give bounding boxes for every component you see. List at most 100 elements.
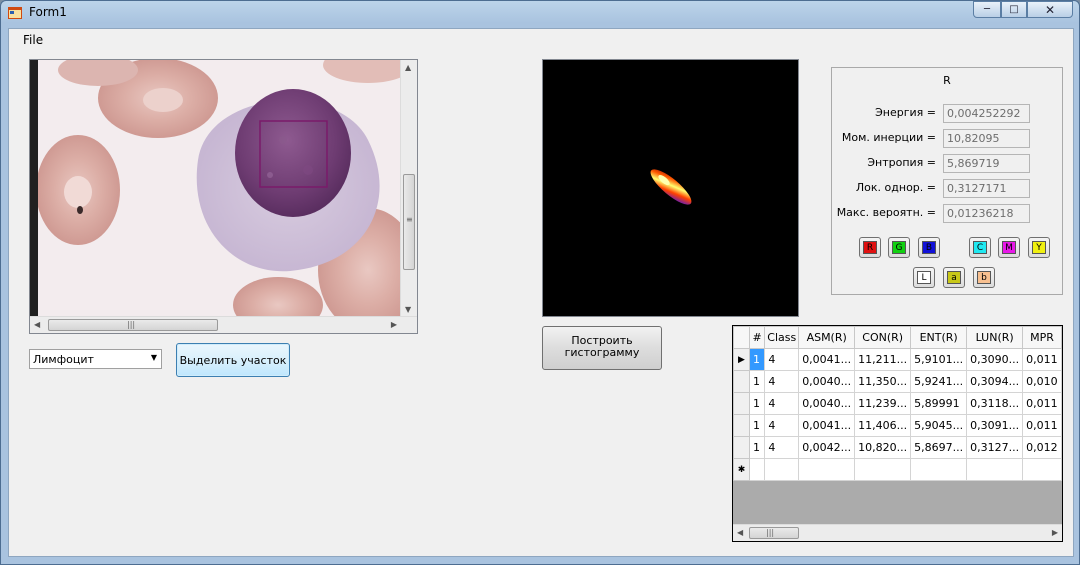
channel-a-button[interactable]: a — [943, 267, 965, 288]
channel-r-button[interactable]: R — [859, 237, 881, 258]
cell-class-combobox[interactable]: Лимфоцит ▼ — [29, 349, 162, 369]
channel-m-button[interactable]: M — [998, 237, 1020, 258]
table-cell[interactable]: 0,3094... — [966, 370, 1024, 393]
scroll-left-icon[interactable]: ◀ — [34, 320, 40, 329]
table-cell[interactable]: 5,9101... — [910, 348, 968, 371]
column-header[interactable]: # — [748, 326, 766, 349]
table-cell[interactable]: 10,820... — [854, 436, 912, 459]
table-cell[interactable]: 11,239... — [854, 392, 912, 415]
row-header[interactable] — [733, 436, 750, 459]
table-cell[interactable] — [1022, 458, 1062, 481]
new-row[interactable]: ✱ — [733, 458, 1062, 481]
channel-r-swatch: R — [863, 241, 877, 254]
scroll-up-icon[interactable]: ▲ — [405, 63, 411, 72]
table-cell[interactable] — [748, 458, 766, 481]
menu-file[interactable]: File — [23, 33, 43, 47]
table-cell[interactable]: 1 — [748, 348, 766, 371]
horizontal-scroll-thumb[interactable]: ||| — [48, 319, 218, 331]
minimize-button[interactable]: ─ — [973, 1, 1001, 18]
samples-data-grid[interactable]: # Class ASM(R) CON(R) ENT(R) LUN(R) MPR … — [732, 325, 1063, 542]
channel-g-button[interactable]: G — [888, 237, 910, 258]
table-cell[interactable]: 5,9241... — [910, 370, 968, 393]
row-header-corner[interactable] — [733, 326, 750, 349]
table-cell[interactable]: 4 — [764, 370, 800, 393]
channel-y-button[interactable]: Y — [1028, 237, 1050, 258]
channel-b-swatch: B — [922, 241, 936, 254]
table-cell[interactable]: 5,8697... — [910, 436, 968, 459]
table-cell[interactable]: 0,0040... — [798, 370, 856, 393]
image-horizontal-scrollbar[interactable]: ◀ ||| ▶ — [30, 316, 417, 333]
scroll-right-icon[interactable]: ▶ — [1052, 528, 1058, 537]
table-cell[interactable]: 1 — [748, 414, 766, 437]
table-cell[interactable]: 0,3090... — [966, 348, 1024, 371]
scroll-down-icon[interactable]: ▼ — [405, 305, 411, 314]
table-cell[interactable]: 0,0042... — [798, 436, 856, 459]
table-cell[interactable]: 4 — [764, 392, 800, 415]
table-cell[interactable]: 0,3091... — [966, 414, 1024, 437]
column-header[interactable]: LUN(R) — [966, 326, 1024, 349]
row-header[interactable] — [733, 392, 750, 415]
chevron-down-icon[interactable]: ▼ — [151, 353, 157, 362]
table-cell[interactable]: 0,012 — [1022, 436, 1062, 459]
channel-l-button[interactable]: L — [913, 267, 935, 288]
table-cell[interactable] — [966, 458, 1024, 481]
title-bar[interactable]: Form1 ─ □ ✕ — [1, 1, 1079, 25]
table-cell[interactable]: 0,0041... — [798, 414, 856, 437]
entropy-field: 5,869719 — [943, 154, 1030, 173]
table-cell[interactable] — [798, 458, 856, 481]
table-cell[interactable]: 0,010 — [1022, 370, 1062, 393]
new-row-header[interactable]: ✱ — [733, 458, 750, 481]
maximize-button[interactable]: □ — [1001, 1, 1027, 18]
table-cell[interactable]: 1 — [748, 436, 766, 459]
column-header[interactable]: MPR — [1022, 326, 1062, 349]
table-cell[interactable]: 0,0040... — [798, 392, 856, 415]
table-cell[interactable]: 11,211... — [854, 348, 912, 371]
table-cell[interactable]: 4 — [764, 436, 800, 459]
column-header[interactable]: CON(R) — [854, 326, 912, 349]
grid-horizontal-scrollbar[interactable]: ◀ ||| ▶ — [733, 524, 1062, 541]
table-cell[interactable]: 0,0041... — [798, 348, 856, 371]
table-cell[interactable]: 1 — [748, 370, 766, 393]
scroll-right-icon[interactable]: ▶ — [391, 320, 397, 329]
table-cell[interactable] — [910, 458, 968, 481]
table-cell[interactable]: 0,011 — [1022, 348, 1062, 371]
close-button[interactable]: ✕ — [1027, 1, 1073, 18]
channel-y-swatch: Y — [1032, 241, 1046, 254]
channel-c-button[interactable]: C — [969, 237, 991, 258]
table-row[interactable]: 1 4 0,0040... 11,350... 5,9241... 0,3094… — [733, 370, 1062, 393]
vertical-scroll-thumb[interactable]: ≡ — [403, 174, 415, 270]
column-header[interactable]: ENT(R) — [910, 326, 968, 349]
channel-b-button[interactable]: B — [918, 237, 940, 258]
scroll-left-icon[interactable]: ◀ — [737, 528, 743, 537]
table-cell[interactable]: 0,3118... — [966, 392, 1024, 415]
build-histogram-button[interactable]: Построить гистограмму — [542, 326, 662, 370]
texture-features-panel: R Энергия = 0,004252292 Мом. инерции = 1… — [831, 67, 1063, 295]
table-cell[interactable]: 11,350... — [854, 370, 912, 393]
row-header[interactable] — [733, 370, 750, 393]
table-row[interactable]: ▶ 1 4 0,0041... 11,211... 5,9101... 0,30… — [733, 348, 1062, 371]
column-header[interactable]: ASM(R) — [798, 326, 856, 349]
table-cell[interactable]: 0,3127... — [966, 436, 1024, 459]
channel-b-lab-button[interactable]: b — [973, 267, 995, 288]
table-cell[interactable]: 0,011 — [1022, 392, 1062, 415]
select-region-button[interactable]: Выделить участок — [176, 343, 290, 377]
grid-scroll-thumb[interactable]: ||| — [749, 527, 799, 539]
table-cell[interactable]: 4 — [764, 348, 800, 371]
row-header[interactable]: ▶ — [733, 348, 750, 371]
table-cell[interactable]: 4 — [764, 414, 800, 437]
table-cell[interactable]: 5,9045... — [910, 414, 968, 437]
table-row[interactable]: 1 4 0,0042... 10,820... 5,8697... 0,3127… — [733, 436, 1062, 459]
row-header[interactable] — [733, 414, 750, 437]
image-vertical-scrollbar[interactable]: ▲ ≡ ▼ — [400, 60, 417, 317]
column-header[interactable]: Class — [764, 326, 800, 349]
table-cell[interactable] — [854, 458, 912, 481]
channel-l-swatch: L — [917, 271, 931, 284]
table-cell[interactable] — [764, 458, 800, 481]
table-cell[interactable]: 11,406... — [854, 414, 912, 437]
image-viewer[interactable]: ▲ ≡ ▼ ◀ ||| ▶ — [29, 59, 418, 334]
table-cell[interactable]: 5,89991 — [910, 392, 968, 415]
table-row[interactable]: 1 4 0,0041... 11,406... 5,9045... 0,3091… — [733, 414, 1062, 437]
table-cell[interactable]: 0,011 — [1022, 414, 1062, 437]
table-row[interactable]: 1 4 0,0040... 11,239... 5,89991 0,3118..… — [733, 392, 1062, 415]
table-cell[interactable]: 1 — [748, 392, 766, 415]
